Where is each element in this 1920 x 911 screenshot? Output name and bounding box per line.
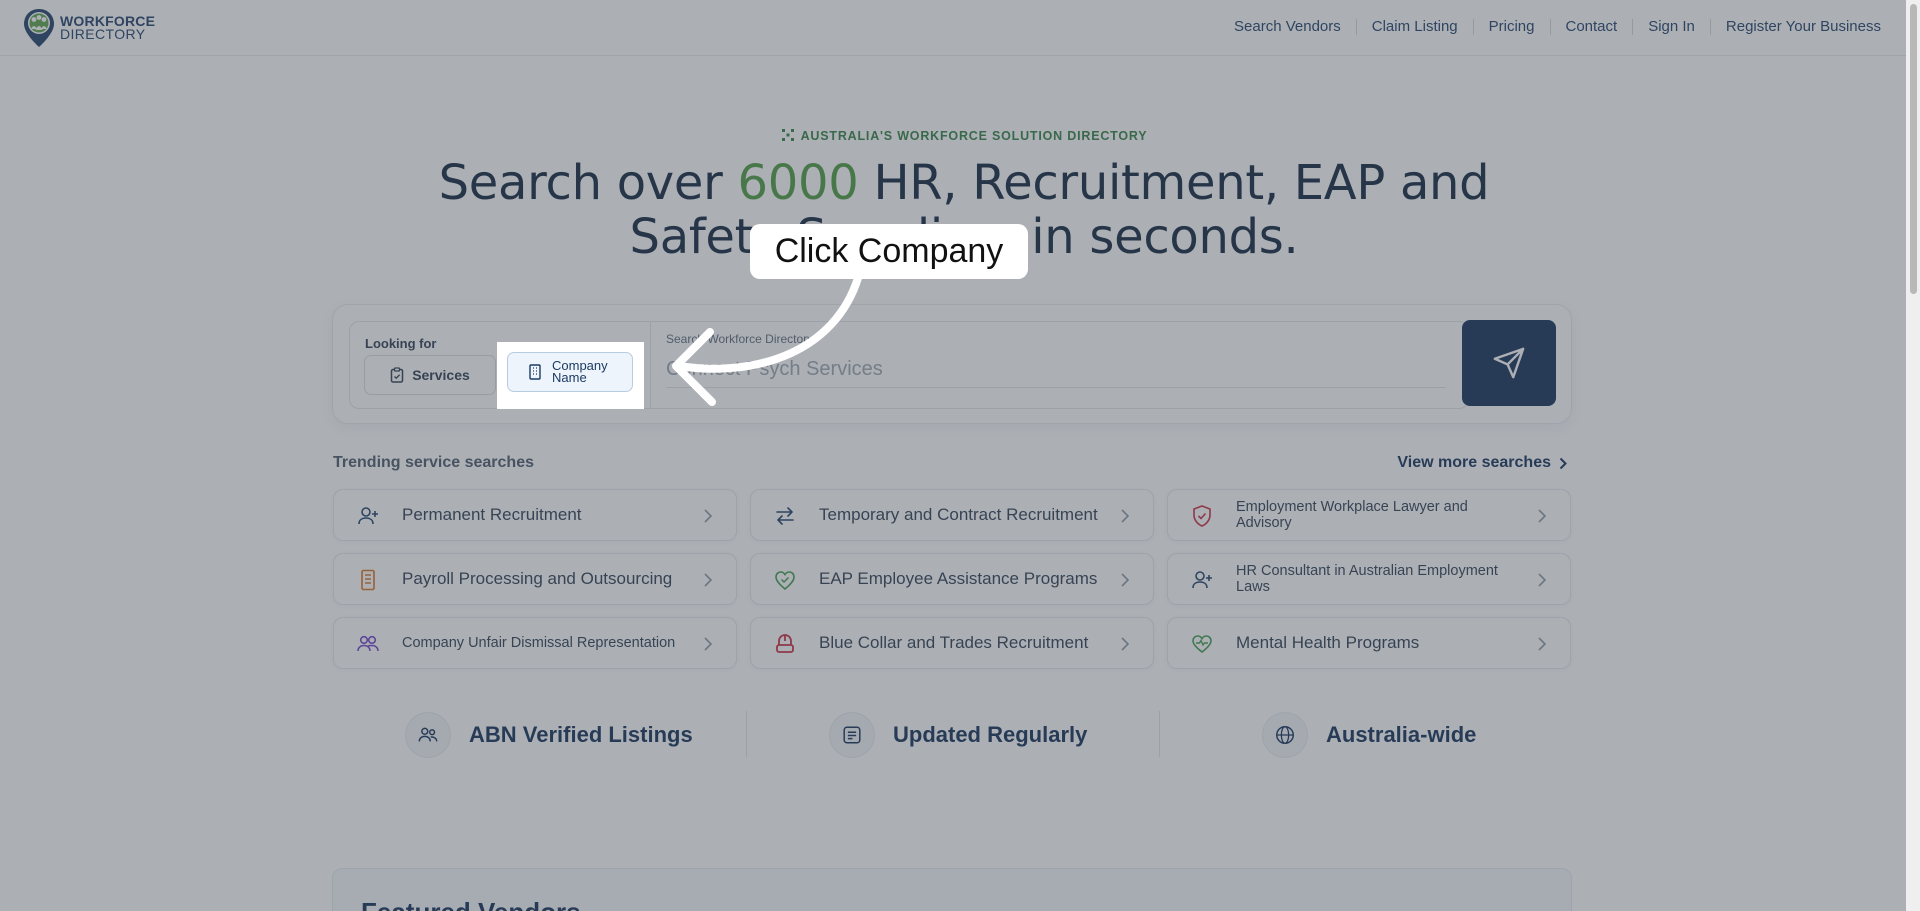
nav-separator xyxy=(1549,18,1551,35)
featured-vendors-title: Featured Vendors xyxy=(361,897,581,911)
headline-number: 6000 xyxy=(737,155,859,211)
building-icon xyxy=(529,364,541,380)
nav-contact[interactable]: Contact xyxy=(1566,18,1618,35)
search-field-label: Search Workforce Directory xyxy=(666,332,814,346)
trending-card-label: Payroll Processing and Outsourcing xyxy=(402,569,673,588)
chevron-right-icon xyxy=(704,637,713,651)
headline-part: HR, Recruitment, EAP and xyxy=(858,155,1490,211)
nav-separator xyxy=(1472,18,1474,35)
trending-card-label: EAP Employee Assistance Programs xyxy=(819,569,1098,588)
chevron-right-icon xyxy=(1559,457,1567,469)
nav-claim-listing[interactable]: Claim Listing xyxy=(1372,18,1458,35)
feature-australia-wide: Australia-wide xyxy=(1262,712,1476,758)
looking-for-label: Looking for xyxy=(365,336,437,351)
company-name-toggle-button-highlighted[interactable]: Company Name xyxy=(507,352,633,392)
site-header: WORKFORCE DIRECTORY Search Vendors Claim… xyxy=(0,0,1920,56)
feature-divider xyxy=(746,711,747,757)
page-scrollbar[interactable] xyxy=(1906,0,1920,911)
trending-card[interactable]: HR Consultant in Australian Employment L… xyxy=(1167,553,1571,605)
scan-dots-icon xyxy=(781,129,794,141)
chevron-right-icon xyxy=(1538,637,1547,651)
trending-card[interactable]: EAP Employee Assistance Programs xyxy=(750,553,1154,605)
trending-card-label: Permanent Recruitment xyxy=(402,505,582,524)
chevron-right-icon xyxy=(1538,509,1547,523)
trending-card[interactable]: Temporary and Contract Recruitment xyxy=(750,489,1154,541)
logo-line2: DIRECTORY xyxy=(60,26,146,42)
nav-search-vendors[interactable]: Search Vendors xyxy=(1234,18,1341,35)
view-more-searches-link[interactable]: View more searches xyxy=(1397,454,1567,472)
trending-card[interactable]: Payroll Processing and Outsourcing xyxy=(333,553,737,605)
trending-card-label: HR Consultant in Australian Employment L… xyxy=(1236,563,1498,595)
main-nav: Search Vendors Claim Listing Pricing Con… xyxy=(1234,18,1881,35)
hero-eyebrow: AUSTRALIA'S WORKFORCE SOLUTION DIRECTORY xyxy=(0,128,1920,143)
feature-updated-regularly: Updated Regularly xyxy=(829,712,1087,758)
send-icon xyxy=(1493,347,1525,379)
services-toggle-button[interactable]: Services xyxy=(364,355,496,395)
trending-card-label: Temporary and Contract Recruitment xyxy=(819,505,1098,524)
hardhat-icon xyxy=(773,632,797,656)
nav-pricing[interactable]: Pricing xyxy=(1489,18,1535,35)
list-icon xyxy=(829,712,875,758)
search-input[interactable] xyxy=(666,352,1446,388)
featured-vendors-section: Featured Vendors xyxy=(332,868,1572,911)
feature-abn-verified: ABN Verified Listings xyxy=(405,712,693,758)
nav-sign-in[interactable]: Sign In xyxy=(1648,18,1695,35)
tutorial-callout: Click Company xyxy=(750,224,1028,279)
feature-label: Updated Regularly xyxy=(893,722,1088,747)
arrows-swap-icon xyxy=(773,504,797,528)
logo[interactable]: WORKFORCE DIRECTORY xyxy=(23,8,155,48)
trending-card-label: Company Unfair Dismissal Representation xyxy=(402,635,676,651)
heart-icon xyxy=(1190,632,1214,656)
trending-title: Trending service searches xyxy=(333,454,534,471)
eyebrow-text: AUSTRALIA'S WORKFORCE SOLUTION DIRECTORY xyxy=(800,129,1148,143)
trending-card[interactable]: Company Unfair Dismissal Representation xyxy=(333,617,737,669)
feature-label: Australia-wide xyxy=(1326,722,1477,747)
document-icon xyxy=(356,568,380,592)
nav-separator xyxy=(1355,18,1357,35)
globe-icon xyxy=(1262,712,1308,758)
clipboard-icon xyxy=(390,367,404,383)
search-submit-button[interactable] xyxy=(1462,320,1556,406)
trending-card[interactable]: Employment Workplace Lawyer and Advisory xyxy=(1167,489,1571,541)
trending-card-label: Employment Workplace Lawyer and Advisory xyxy=(1236,499,1468,531)
logo-pin-icon xyxy=(24,9,54,47)
chevron-right-icon xyxy=(704,573,713,587)
trending-card-label: Mental Health Programs xyxy=(1236,633,1420,652)
shield-icon xyxy=(1190,504,1214,528)
users-icon xyxy=(405,712,451,758)
heart-shield-icon xyxy=(773,568,797,592)
search-divider xyxy=(650,322,651,408)
trending-card-label: Blue Collar and Trades Recruitment xyxy=(819,633,1089,652)
company-label-line2: Name xyxy=(552,370,587,385)
nav-separator xyxy=(1632,18,1634,35)
trending-card[interactable]: Blue Collar and Trades Recruitment xyxy=(750,617,1154,669)
services-label: Services xyxy=(412,367,470,383)
trending-card[interactable]: Permanent Recruitment xyxy=(333,489,737,541)
feature-divider xyxy=(1159,711,1160,757)
chevron-right-icon xyxy=(1121,509,1130,523)
chevron-right-icon xyxy=(704,509,713,523)
nav-register-business[interactable]: Register Your Business xyxy=(1726,18,1881,35)
headline-part: Search over xyxy=(438,155,738,211)
feature-label: ABN Verified Listings xyxy=(469,722,693,747)
chevron-right-icon xyxy=(1121,637,1130,651)
trending-card[interactable]: Mental Health Programs xyxy=(1167,617,1571,669)
user-plus-icon xyxy=(1190,568,1214,592)
highlight-spotlight: Company Name xyxy=(497,342,644,409)
view-more-label: View more searches xyxy=(1397,454,1551,471)
chevron-right-icon xyxy=(1538,573,1547,587)
nav-separator xyxy=(1709,18,1711,35)
users-icon xyxy=(356,632,380,656)
scrollbar-thumb[interactable] xyxy=(1910,4,1917,294)
chevron-right-icon xyxy=(1121,573,1130,587)
user-plus-icon xyxy=(356,504,380,528)
